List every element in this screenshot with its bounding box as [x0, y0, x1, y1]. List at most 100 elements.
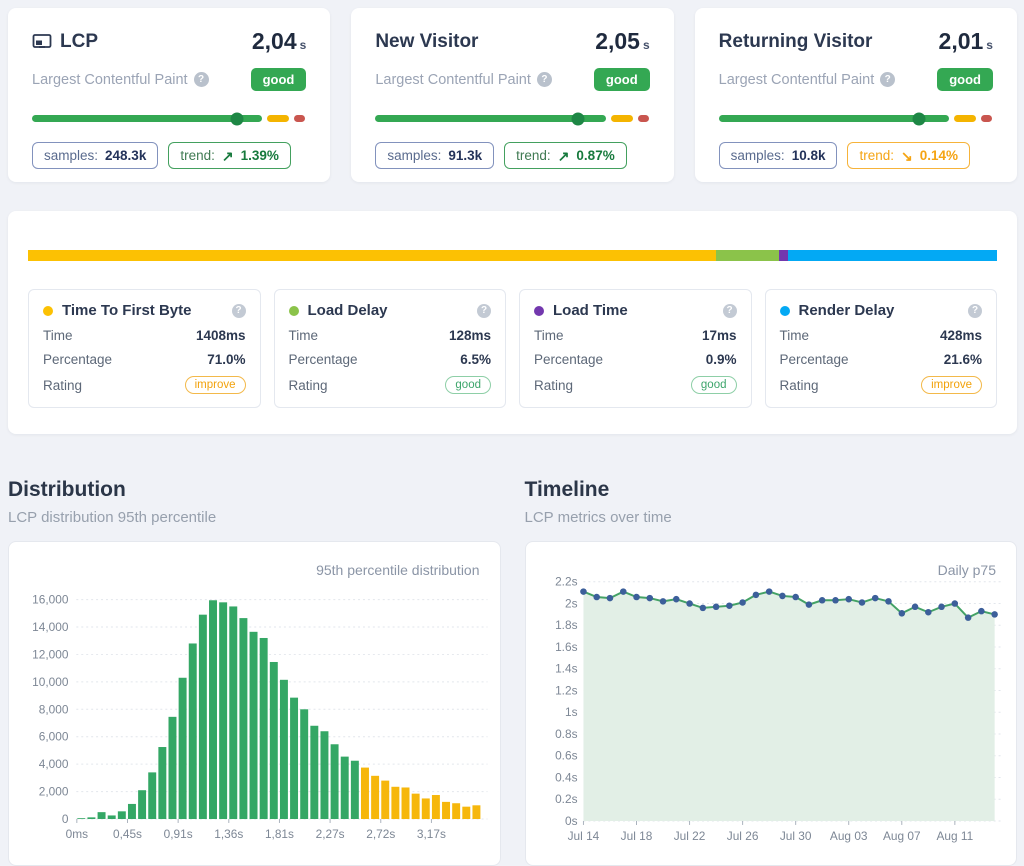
metric-name-label: Largest Contentful Paint? [375, 72, 552, 88]
svg-text:1,36s: 1,36s [214, 827, 243, 841]
svg-text:1.6s: 1.6s [555, 640, 577, 654]
svg-text:0,45s: 0,45s [113, 827, 142, 841]
trend-pill: trend:↗1.39% [168, 142, 291, 169]
phase-segment [716, 250, 779, 261]
lcp-threshold-bar [375, 112, 649, 125]
samples-pill: samples:91.3k [375, 142, 494, 169]
kpi-title: Returning Visitor [719, 31, 873, 53]
svg-text:8,000: 8,000 [39, 702, 69, 716]
chart-legend: 95th percentile distribution [316, 562, 479, 578]
percentage-value: 71.0% [207, 352, 245, 367]
section-subtitle: LCP metrics over time [525, 509, 1018, 526]
phase-segment [788, 250, 997, 261]
phase-rating-badge: good [445, 376, 491, 394]
threshold-poor-segment [638, 115, 649, 122]
distribution-section: Distribution LCP distribution 95th perce… [8, 478, 501, 866]
ttfb-color-dot [43, 306, 53, 316]
help-icon[interactable]: ? [880, 72, 895, 87]
lcp-threshold-bar [719, 112, 993, 125]
kpi-title: LCP [32, 31, 98, 53]
time-value: 1408ms [196, 328, 246, 343]
kpi-unit: s [986, 38, 993, 52]
svg-text:Jul 22: Jul 22 [673, 829, 705, 843]
svg-text:3,17s: 3,17s [417, 827, 446, 841]
rating-badge: good [251, 68, 307, 91]
svg-text:1.8s: 1.8s [555, 618, 577, 632]
rating-badge: good [937, 68, 993, 91]
timeline-section: Timeline LCP metrics over time Daily p75… [525, 478, 1018, 866]
svg-text:1,81s: 1,81s [265, 827, 294, 841]
phase-segment [28, 250, 716, 261]
percentage-value: 6.5% [460, 352, 491, 367]
threshold-good-segment [719, 115, 949, 122]
page: { "labels": { "samples": "samples:", "tr… [0, 0, 1024, 861]
phase-card-render-delay: Render Delay? Time428ms Percentage21.6% … [765, 289, 998, 408]
trend-arrow-icon: ↘ [901, 149, 913, 163]
svg-text:6,000: 6,000 [39, 730, 69, 744]
value-marker-icon [572, 112, 585, 125]
kpi-value: 2,01s [939, 28, 993, 55]
help-icon[interactable]: ? [537, 72, 552, 87]
threshold-improve-segment [267, 115, 289, 122]
metric-name-label: Largest Contentful Paint? [32, 72, 209, 88]
help-icon[interactable]: ? [477, 304, 491, 318]
threshold-good-segment [32, 115, 262, 122]
svg-text:Jul 26: Jul 26 [726, 829, 758, 843]
help-icon[interactable]: ? [723, 304, 737, 318]
svg-text:0ms: 0ms [66, 827, 88, 841]
samples-pill: samples:10.8k [719, 142, 838, 169]
svg-text:1.2s: 1.2s [555, 683, 577, 697]
percentage-value: 0.9% [706, 352, 737, 367]
help-icon[interactable]: ? [232, 304, 246, 318]
svg-text:1.4s: 1.4s [555, 662, 577, 676]
section-subtitle: LCP distribution 95th percentile [8, 509, 501, 526]
timeline-chart-card: Daily p75 0s0.2s0.4s0.6s0.8s1s1.2s1.4s1.… [525, 541, 1018, 866]
section-title: Distribution [8, 478, 501, 502]
svg-text:0.6s: 0.6s [555, 749, 577, 763]
svg-text:Aug 11: Aug 11 [936, 829, 973, 843]
time-value: 428ms [940, 328, 982, 343]
svg-text:0.8s: 0.8s [555, 727, 577, 741]
kpi-unit: s [643, 38, 650, 52]
time-value: 128ms [449, 328, 491, 343]
distribution-chart-card: 95th percentile distribution 02,0004,000… [8, 541, 501, 866]
percentage-value: 21.6% [944, 352, 982, 367]
phase-segment [779, 250, 788, 261]
svg-text:1s: 1s [564, 705, 577, 719]
svg-text:0,91s: 0,91s [164, 827, 193, 841]
distribution-chart: 02,0004,0006,0008,00010,00012,00014,0001… [19, 564, 490, 861]
samples-pill: samples:248.3k [32, 142, 158, 169]
svg-text:4,000: 4,000 [39, 757, 69, 771]
value-marker-icon [913, 112, 926, 125]
svg-text:Aug 03: Aug 03 [829, 829, 867, 843]
svg-text:0.2s: 0.2s [555, 792, 577, 806]
svg-text:Jul 18: Jul 18 [620, 829, 652, 843]
svg-text:12,000: 12,000 [32, 647, 69, 661]
svg-text:0s: 0s [564, 814, 577, 828]
load-time-color-dot [534, 306, 544, 316]
kpi-card-lcp: LCP 2,04s Largest Contentful Paint? good… [8, 8, 330, 182]
rating-badge: good [594, 68, 650, 91]
lcp-threshold-bar [32, 112, 306, 125]
charts-row: Distribution LCP distribution 95th perce… [8, 478, 1017, 866]
svg-text:Jul 30: Jul 30 [779, 829, 811, 843]
threshold-improve-segment [954, 115, 976, 122]
phase-card-load-delay: Load Delay? Time128ms Percentage6.5% Rat… [274, 289, 507, 408]
svg-text:Jul 14: Jul 14 [567, 829, 599, 843]
render-delay-color-dot [780, 306, 790, 316]
svg-text:2s: 2s [564, 596, 577, 610]
phase-rating-badge: improve [185, 376, 246, 394]
threshold-improve-segment [611, 115, 633, 122]
phase-card-load-time: Load Time? Time17ms Percentage0.9% Ratin… [519, 289, 752, 408]
load-delay-color-dot [289, 306, 299, 316]
threshold-good-segment [375, 115, 605, 122]
help-icon[interactable]: ? [968, 304, 982, 318]
time-value: 17ms [702, 328, 737, 343]
kpi-row: LCP 2,04s Largest Contentful Paint? good… [8, 8, 1017, 182]
metric-name-label: Largest Contentful Paint? [719, 72, 896, 88]
help-icon[interactable]: ? [194, 72, 209, 87]
svg-text:2.2s: 2.2s [555, 575, 577, 589]
kpi-card-returning-visitor: Returning Visitor 2,01s Largest Contentf… [695, 8, 1017, 182]
svg-text:16,000: 16,000 [32, 593, 69, 607]
phase-rating-badge: good [691, 376, 737, 394]
